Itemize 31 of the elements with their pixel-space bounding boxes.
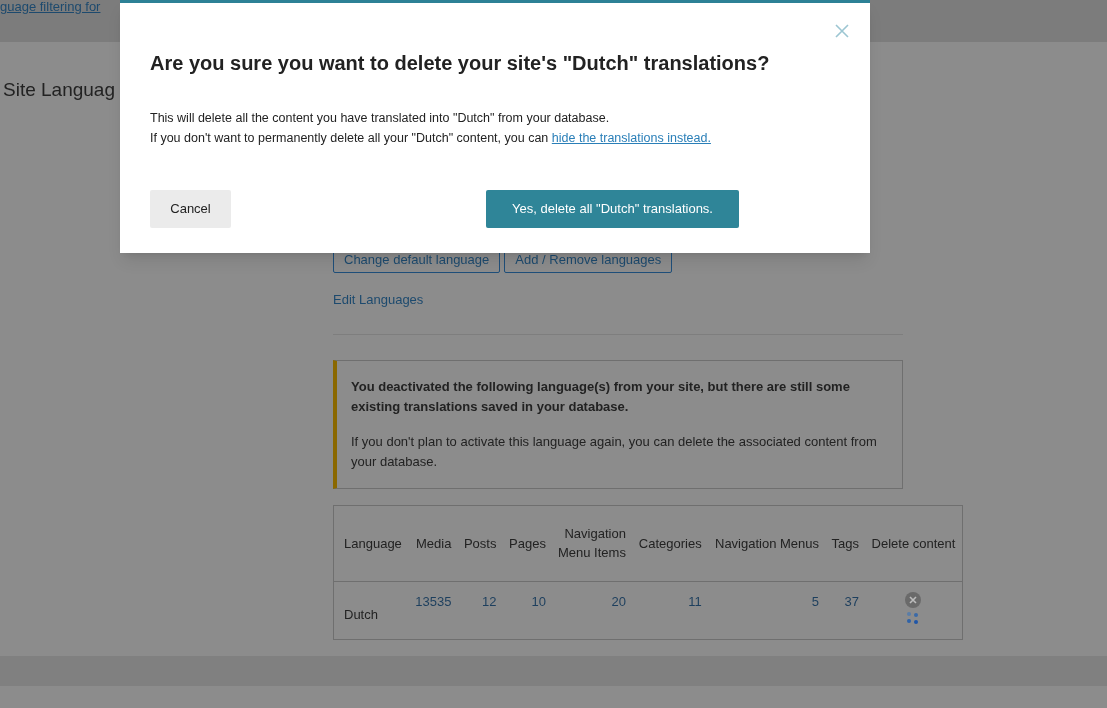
table-cell: 13535 <box>415 593 452 609</box>
column-header: Pages <box>502 505 552 581</box>
dialog-text: If you don't want to permanently delete all your "Dutch" content, you can hide the translations instead. <box>150 130 712 147</box>
column-header: Navigation Menus <box>707 505 826 581</box>
confirm-delete-button[interactable]: Yes, delete all "Dutch" translations. <box>486 190 739 228</box>
dialog-text: This will delete all the content you have translated into "Dutch" from your database. <box>150 110 611 127</box>
table-cell: 20 <box>611 593 626 609</box>
column-header: Tags <box>825 505 865 581</box>
table-cell: 12 <box>482 593 497 609</box>
page-heading: Site Languag <box>3 78 116 102</box>
column-header: Language <box>333 505 409 581</box>
close-icon <box>834 23 850 39</box>
table-cell: 37 <box>844 593 859 609</box>
table-cell: 10 <box>531 593 546 609</box>
table-cell: 5 <box>811 593 820 609</box>
column-header: Categories <box>631 505 708 581</box>
notice-text: If you don't plan to activate this language again, you can delete the associated content from your database. <box>351 432 878 471</box>
cancel-button[interactable]: Cancel <box>150 190 231 228</box>
edit-languages-link[interactable]: Edit Languages <box>333 290 963 310</box>
table-cell: Dutch <box>344 607 378 623</box>
delete-icon[interactable] <box>905 591 922 608</box>
column-header: Navigation Menu Items <box>551 505 632 581</box>
hide-translations-link[interactable]: hide the translations instead. <box>551 131 711 145</box>
column-header: Delete content <box>865 505 963 581</box>
table-cell: 11 <box>688 593 702 609</box>
close-button[interactable] <box>834 23 850 39</box>
column-header: Media <box>408 505 458 581</box>
top-link[interactable]: guage filtering for <box>0 0 101 14</box>
column-header: Posts <box>457 505 503 581</box>
dialog-title: Are you sure you want to delete your site's "Dutch" translations? <box>150 51 771 76</box>
notice-title: You deactivated the following language(s) from your site, but there are still some existing translations saved in your database. <box>351 377 851 416</box>
